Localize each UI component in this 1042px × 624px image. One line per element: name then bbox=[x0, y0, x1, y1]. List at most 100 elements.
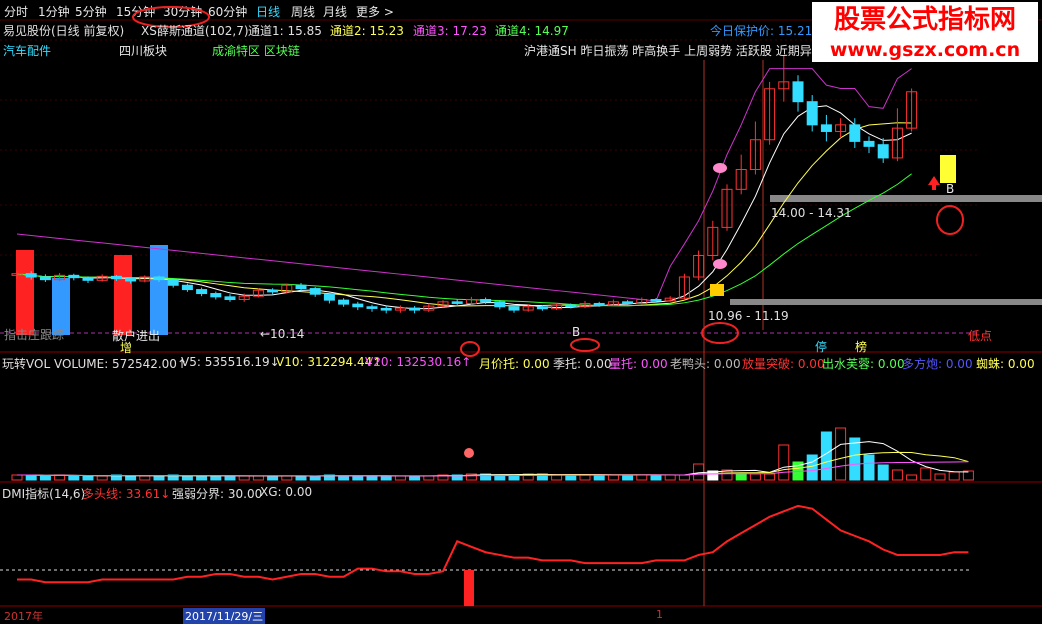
legend-item: 月价托: 0.00 bbox=[479, 357, 550, 371]
dmi-line bbox=[17, 504, 969, 584]
lower-zone-bar bbox=[730, 299, 1042, 305]
volume-bar bbox=[366, 475, 378, 481]
candle-body bbox=[877, 144, 889, 159]
legend-item: 强弱分界: 30.00 bbox=[172, 487, 263, 501]
candle-body bbox=[25, 273, 37, 278]
candle-body bbox=[650, 298, 662, 302]
volume-bar bbox=[863, 454, 875, 481]
ball-icon bbox=[464, 448, 474, 458]
legend-item: V20: 132530.16↑ bbox=[365, 355, 472, 369]
diamond-icon bbox=[713, 259, 727, 269]
legend-item: 玩转VOL VOLUME: 572542.00↑ bbox=[2, 357, 187, 371]
candle-body bbox=[820, 124, 832, 132]
sector-label: 汽车配件 bbox=[3, 44, 52, 58]
volume-bar bbox=[764, 473, 776, 481]
up-arrow-icon bbox=[928, 176, 940, 190]
volume-bar bbox=[82, 475, 94, 481]
volume-bar bbox=[125, 475, 137, 481]
indicator-name[interactable]: XS薛斯通道(102,7) bbox=[141, 22, 249, 39]
candle-body bbox=[863, 140, 875, 147]
watermark-title: 股票公式指标网 bbox=[812, 2, 1038, 38]
volume-bar bbox=[636, 474, 648, 481]
candle-body bbox=[309, 288, 321, 295]
candle-body bbox=[508, 306, 520, 311]
legend-item: V5: 535516.19↓ bbox=[181, 355, 280, 369]
candle-body bbox=[196, 289, 208, 295]
volume-bar bbox=[607, 474, 619, 481]
candle-body bbox=[792, 81, 804, 103]
legend-item: 出水芙蓉: 0.00 bbox=[822, 357, 905, 371]
chart-canvas bbox=[0, 6, 1042, 607]
volume-bar bbox=[678, 474, 690, 481]
volume-bar bbox=[96, 475, 108, 481]
axis-tick-label: 1 bbox=[656, 608, 663, 621]
volume-bar bbox=[309, 475, 321, 481]
zone-upper-label: 14.00 - 14.31 bbox=[771, 206, 852, 220]
candle-body bbox=[409, 307, 421, 311]
volume-bar bbox=[39, 475, 51, 481]
legend-item: 放量突破: 0.00 bbox=[742, 357, 825, 371]
highlight-circle bbox=[936, 205, 964, 235]
candle-body bbox=[622, 301, 634, 304]
channel4-readout: 通道4: 14.97 bbox=[495, 24, 569, 38]
volume-bar bbox=[295, 475, 307, 481]
channel3-readout: 通道3: 17.23 bbox=[413, 24, 487, 38]
zone-lower-label: 10.96 - 11.19 bbox=[708, 309, 789, 323]
volume-bar bbox=[693, 463, 705, 481]
volume-bar bbox=[281, 475, 293, 481]
buy-signal-label: B bbox=[946, 182, 955, 196]
legend-item: XG: 0.00 bbox=[260, 485, 313, 499]
sector-label: 四川板块 bbox=[119, 44, 168, 58]
legend-item: 老鸭头: 0.00 bbox=[670, 357, 741, 371]
channel1-readout: 通道1: 15.85 bbox=[248, 24, 322, 38]
candle-body bbox=[494, 301, 506, 308]
channel2-readout: 通道2: 15.23 bbox=[330, 24, 404, 38]
candle-body bbox=[380, 307, 392, 311]
legend-item: 季托: 0.00 bbox=[553, 357, 612, 371]
volume-bar bbox=[252, 475, 264, 481]
volume-bar bbox=[409, 475, 421, 481]
volume-bar bbox=[849, 437, 861, 481]
candle-body bbox=[224, 296, 236, 300]
candle-body bbox=[181, 284, 193, 291]
volume-bar bbox=[210, 475, 222, 481]
candle-body bbox=[210, 293, 222, 298]
volume-bar bbox=[153, 475, 165, 481]
legend-item: 多头线: 33.61↓ bbox=[82, 487, 171, 501]
candle-body bbox=[39, 276, 51, 281]
highlight-circle bbox=[570, 338, 600, 352]
volume-bar bbox=[196, 475, 208, 481]
volume-bar bbox=[380, 475, 392, 481]
candle-body bbox=[267, 289, 279, 293]
left-annotation: 指击庄跟踪 bbox=[4, 328, 65, 342]
volume-bar bbox=[778, 444, 790, 481]
stock-title: 易见股份(日线 前复权) bbox=[3, 24, 125, 38]
candle-body bbox=[806, 101, 818, 126]
volume-bar bbox=[11, 474, 23, 481]
candle-body bbox=[167, 279, 179, 286]
candle-body bbox=[451, 301, 463, 304]
limit-up-label: 停 bbox=[815, 340, 828, 354]
volume-bar bbox=[906, 474, 918, 481]
candle-body bbox=[352, 303, 364, 308]
candle-body bbox=[82, 277, 94, 281]
legend-item: DMI指标(14,6) bbox=[2, 487, 86, 501]
candle-body bbox=[480, 298, 492, 303]
watermark-url: www.gszx.com.cn bbox=[812, 38, 1038, 62]
candle-body bbox=[295, 284, 307, 290]
xg-signal-bar bbox=[464, 570, 474, 606]
tags-line: 沪港通SH 昨日振荡 昨高换手 上周弱势 活跃股 近期异动 bbox=[524, 44, 824, 58]
volume-bar bbox=[593, 474, 605, 481]
price-low-label: ←10.14 bbox=[260, 327, 305, 341]
candle-body bbox=[593, 302, 605, 306]
candle-body bbox=[110, 275, 122, 280]
candle-body bbox=[536, 306, 548, 310]
indicator-column bbox=[114, 255, 132, 335]
indicator-column bbox=[150, 245, 168, 335]
highlight-circle bbox=[460, 341, 480, 357]
volume-bar bbox=[423, 475, 435, 481]
volume-bar bbox=[891, 469, 903, 481]
sector-label: 成渝特区 区块链 bbox=[212, 44, 300, 58]
volume-bar bbox=[835, 427, 847, 481]
volume-bar bbox=[650, 474, 662, 481]
